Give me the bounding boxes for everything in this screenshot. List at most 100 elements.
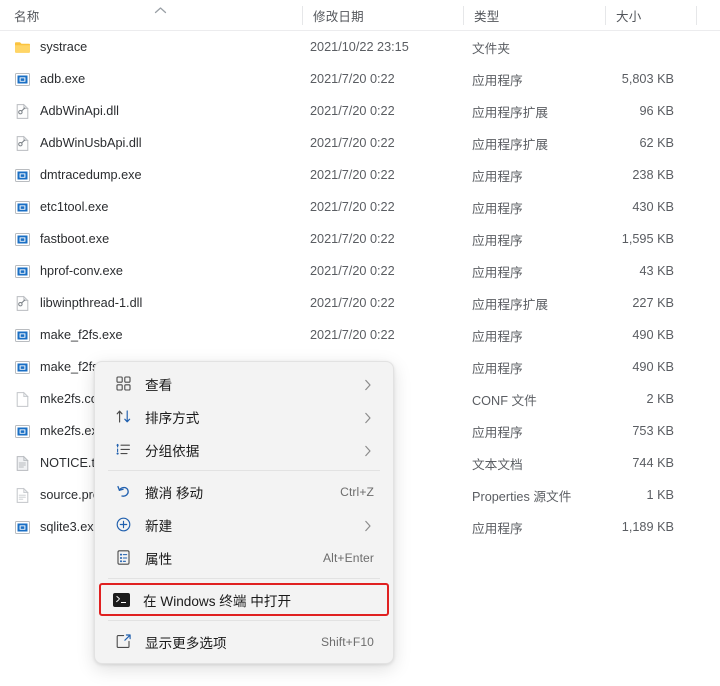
- file-name-cell[interactable]: hprof-conv.exe: [14, 255, 296, 287]
- file-row[interactable]: hprof-conv.exe 2021/7/20 0:22 应用程序 43 KB: [0, 255, 720, 287]
- column-header-name-label: 名称: [14, 10, 40, 24]
- context-menu-item-label: 在 Windows 终端 中打开: [143, 593, 292, 609]
- folder-icon: [14, 39, 31, 56]
- column-divider[interactable]: [463, 6, 464, 25]
- file-row[interactable]: adb.exe 2021/7/20 0:22 应用程序 5,803 KB: [0, 63, 720, 95]
- exe-icon: [14, 519, 31, 536]
- file-size-cell: 744 KB: [632, 456, 674, 470]
- context-menu-item-label: 排序方式: [145, 410, 200, 426]
- file-name-cell[interactable]: AdbWinUsbApi.dll: [14, 127, 296, 159]
- file-row[interactable]: systrace 2021/10/22 23:15 文件夹: [0, 31, 720, 63]
- file-row[interactable]: libwinpthread-1.dll 2021/7/20 0:22 应用程序扩展 2…: [0, 287, 720, 319]
- file-size-cell: 430 KB: [632, 200, 674, 214]
- file-name-label: libwinpthread-1.dll: [40, 296, 143, 310]
- file-size-cell: 5,803 KB: [621, 72, 674, 86]
- blank-doc-icon: [14, 391, 31, 408]
- column-header-type[interactable]: 类型: [474, 0, 594, 31]
- exe-icon: [14, 231, 31, 248]
- plus-circle-icon: [112, 516, 134, 533]
- context-menu-item[interactable]: 显示更多选项 Shift+F10: [101, 625, 387, 658]
- file-name-cell[interactable]: systrace: [14, 31, 296, 63]
- file-date-cell: 2021/7/20 0:22: [310, 264, 395, 278]
- column-divider[interactable]: [302, 6, 303, 25]
- exe-icon: [14, 167, 31, 184]
- file-date-cell: 2021/7/20 0:22: [310, 136, 395, 150]
- props-doc-icon: [14, 487, 31, 504]
- file-name-label: NOTICE.tx: [40, 456, 102, 470]
- file-row[interactable]: AdbWinUsbApi.dll 2021/7/20 0:22 应用程序扩展 62 K…: [0, 127, 720, 159]
- file-row[interactable]: AdbWinApi.dll 2021/7/20 0:22 应用程序扩展 96 KB: [0, 95, 720, 127]
- terminal-icon: [110, 592, 132, 607]
- file-size-cell: 490 KB: [632, 360, 674, 374]
- column-header-name[interactable]: 名称: [14, 0, 294, 31]
- file-size-cell: 43 KB: [639, 264, 674, 278]
- exe-icon: [14, 423, 31, 440]
- file-size-cell: 62 KB: [639, 136, 674, 150]
- exe-icon: [14, 71, 31, 88]
- column-divider[interactable]: [696, 6, 697, 25]
- file-explorer-window: 名称 修改日期 类型 大小 systrace 2021/10/22 23:15 文件…: [0, 0, 720, 686]
- properties-icon: [112, 549, 134, 566]
- context-menu-item[interactable]: 撤消 移动 Ctrl+Z: [101, 475, 387, 508]
- file-size-cell: 753 KB: [632, 424, 674, 438]
- context-menu-item[interactable]: 在 Windows 终端 中打开: [99, 583, 389, 616]
- file-date-cell: 2021/7/20 0:22: [310, 72, 395, 86]
- sort-icon: [112, 408, 134, 425]
- column-header-type-label: 类型: [474, 10, 500, 24]
- chevron-right-icon: [364, 519, 372, 531]
- column-header-date[interactable]: 修改日期: [313, 0, 453, 31]
- group-by-icon: [112, 441, 134, 458]
- file-size-cell: 2 KB: [646, 392, 674, 406]
- file-name-cell[interactable]: make_f2fs.exe: [14, 319, 296, 351]
- column-header-size-label: 大小: [616, 10, 642, 24]
- file-date-cell: 2021/7/20 0:22: [310, 296, 395, 310]
- file-size-cell: 1,595 KB: [621, 232, 674, 246]
- file-name-cell[interactable]: fastboot.exe: [14, 223, 296, 255]
- context-menu-item[interactable]: 属性 Alt+Enter: [101, 541, 387, 574]
- context-menu: 查看排序方式分组依据撤消 移动 Ctrl+Z 新建属性 Alt+Enter 在 Wind…: [94, 361, 394, 664]
- file-name-label: dmtracedump.exe: [40, 168, 142, 182]
- file-date-cell: 2021/7/20 0:22: [310, 168, 395, 182]
- context-menu-item[interactable]: 分组依据: [101, 433, 387, 466]
- context-menu-item-label: 显示更多选项: [145, 635, 227, 651]
- column-header-size[interactable]: 大小: [616, 0, 692, 31]
- file-size-cell: 96 KB: [639, 104, 674, 118]
- text-doc-icon: [14, 455, 31, 472]
- exe-icon: [14, 199, 31, 216]
- file-name-label: AdbWinUsbApi.dll: [40, 136, 142, 150]
- file-size-cell: [560, 31, 692, 63]
- exe-icon: [14, 327, 31, 344]
- file-name-label: source.pro: [40, 488, 100, 502]
- column-divider[interactable]: [605, 6, 606, 25]
- dll-icon: [14, 103, 31, 120]
- context-menu-item-accelerator: Shift+F10: [320, 634, 374, 649]
- file-name-cell[interactable]: libwinpthread-1.dll: [14, 287, 296, 319]
- file-row[interactable]: fastboot.exe 2021/7/20 0:22 应用程序 1,595 KB: [0, 223, 720, 255]
- file-name-cell[interactable]: adb.exe: [14, 63, 296, 95]
- context-menu-separator: [108, 470, 380, 471]
- context-menu-item-label: 撤消 移动: [145, 485, 204, 501]
- column-header-bar: 名称 修改日期 类型 大小: [0, 0, 720, 31]
- context-menu-item[interactable]: 新建: [101, 508, 387, 541]
- file-name-cell[interactable]: AdbWinApi.dll: [14, 95, 296, 127]
- context-menu-item-label: 属性: [145, 551, 173, 567]
- dll-icon: [14, 295, 31, 312]
- file-row[interactable]: make_f2fs.exe 2021/7/20 0:22 应用程序 490 KB: [0, 319, 720, 351]
- dll-icon: [14, 135, 31, 152]
- context-menu-item-label: 新建: [145, 518, 173, 534]
- file-size-cell: 1,189 KB: [621, 520, 674, 534]
- file-size-cell: 238 KB: [632, 168, 674, 182]
- context-menu-item-accelerator: Alt+Enter: [323, 550, 374, 565]
- context-menu-item-label: 分组依据: [145, 443, 200, 459]
- file-row[interactable]: dmtracedump.exe 2021/7/20 0:22 应用程序 238 KB: [0, 159, 720, 191]
- chevron-up-icon: [154, 6, 167, 15]
- column-header-date-label: 修改日期: [313, 10, 364, 24]
- file-name-cell[interactable]: etc1tool.exe: [14, 191, 296, 223]
- file-name-label: make_f2fs.exe: [40, 328, 123, 342]
- file-row[interactable]: etc1tool.exe 2021/7/20 0:22 应用程序 430 KB: [0, 191, 720, 223]
- exe-icon: [14, 359, 31, 376]
- context-menu-item[interactable]: 排序方式: [101, 400, 387, 433]
- context-menu-item[interactable]: 查看: [101, 367, 387, 400]
- file-name-cell[interactable]: dmtracedump.exe: [14, 159, 296, 191]
- file-date-cell: 2021/7/20 0:22: [310, 328, 395, 342]
